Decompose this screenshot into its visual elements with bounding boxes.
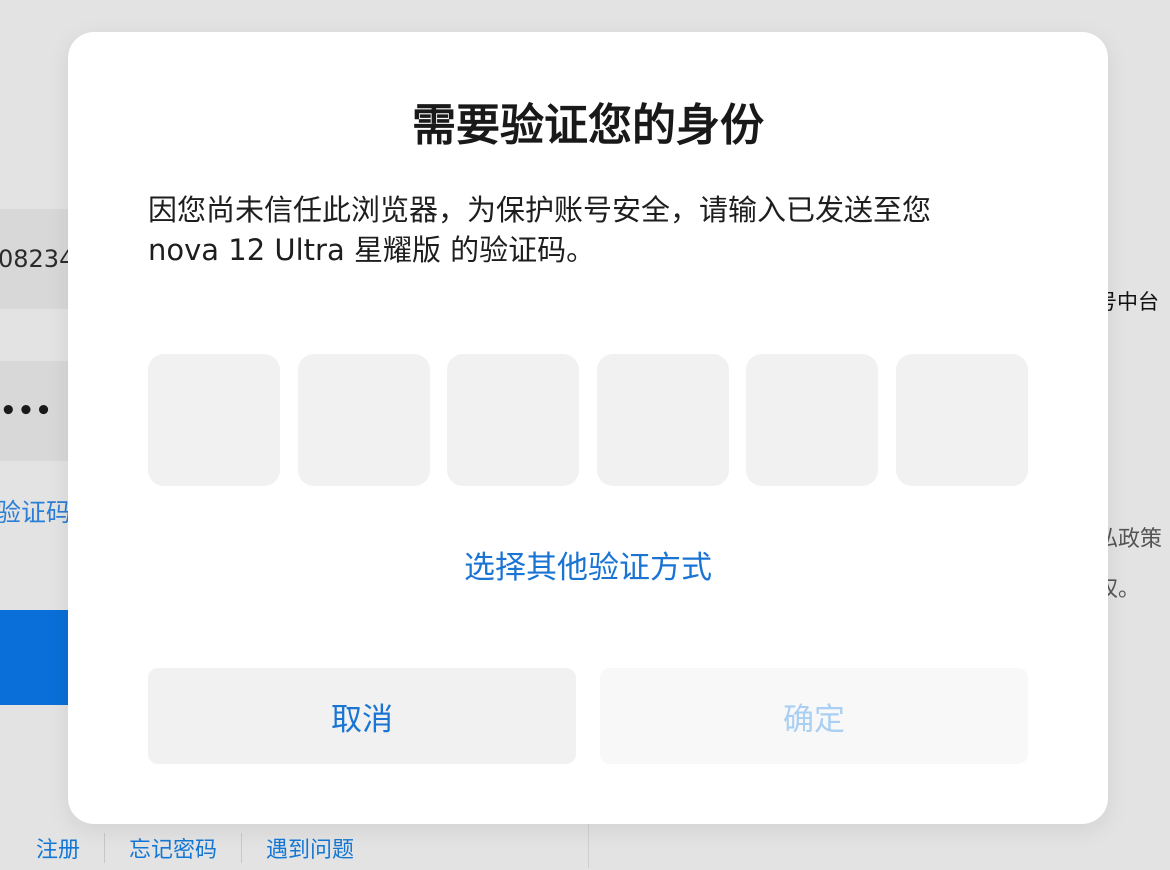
forgot-password-link[interactable]: 忘记密码 (129, 826, 217, 870)
background-divider (588, 820, 589, 868)
background-login-button (0, 610, 72, 705)
other-verification-method-link[interactable]: 选择其他验证方式 (68, 544, 1108, 592)
background-password-mask: ••• (0, 396, 53, 426)
dialog-message-line-2: nova 12 Ultra 星耀版 的验证码。 (148, 233, 596, 267)
footer-separator (241, 833, 243, 863)
dialog-message-line-1: 因您尚未信任此浏览器，为保护账号安全，请输入已发送至您 (148, 193, 932, 227)
register-link[interactable]: 注册 (36, 826, 80, 870)
verification-code-inputs (148, 354, 1028, 486)
cancel-button[interactable]: 取消 (148, 668, 576, 764)
dialog-message: 因您尚未信任此浏览器，为保护账号安全，请输入已发送至您 nova 12 Ultr… (148, 190, 1028, 270)
confirm-button[interactable]: 确定 (600, 668, 1028, 764)
footer-separator (104, 833, 106, 863)
background-password-field: ••• (0, 361, 72, 461)
background-account-text: 08234 (0, 245, 72, 273)
code-digit-1[interactable] (148, 354, 280, 486)
code-digit-5[interactable] (746, 354, 879, 486)
code-digit-3[interactable] (447, 354, 580, 486)
background-account-field: 08234 (0, 209, 72, 309)
dialog-title: 需要验证您的身份 (412, 100, 764, 151)
code-digit-6[interactable] (895, 354, 1028, 486)
background-sms-login-link: 验证码 (0, 498, 72, 527)
code-digit-2[interactable] (297, 354, 430, 486)
verify-identity-dialog: 需要验证您的身份 因您尚未信任此浏览器，为保护账号安全，请输入已发送至您 nov… (68, 32, 1108, 824)
problem-link[interactable]: 遇到问题 (266, 826, 354, 870)
code-digit-4[interactable] (596, 354, 729, 486)
background-footer-links: 注册 忘记密码 遇到问题 (36, 826, 354, 870)
